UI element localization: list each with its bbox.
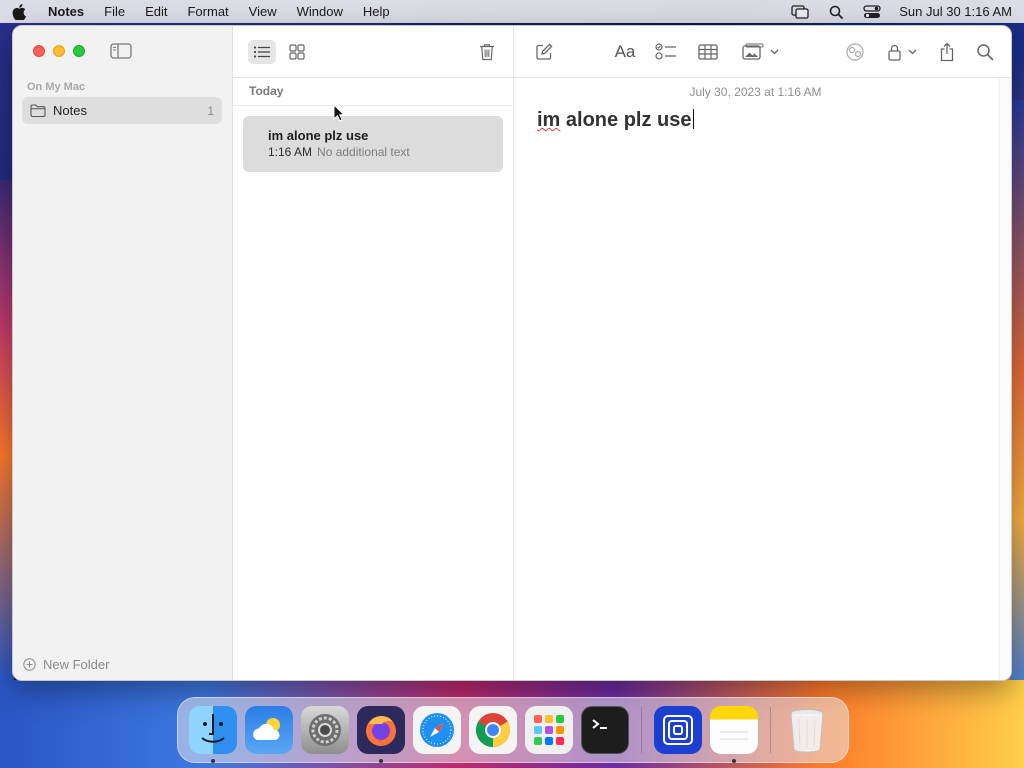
running-indicator bbox=[732, 759, 736, 763]
note-preview: No additional text bbox=[317, 145, 410, 159]
new-note-button[interactable] bbox=[533, 40, 555, 64]
dock-weather-icon[interactable] bbox=[245, 706, 293, 754]
trash-icon bbox=[480, 44, 494, 61]
scrollbar[interactable] bbox=[999, 78, 1011, 680]
running-indicator bbox=[211, 759, 215, 763]
share-button[interactable] bbox=[936, 40, 958, 64]
apple-icon[interactable] bbox=[12, 3, 30, 20]
note-list: Today im alone plz use 1:16 AM No additio… bbox=[233, 26, 514, 680]
table-button[interactable] bbox=[696, 40, 720, 64]
table-icon bbox=[698, 44, 718, 60]
new-folder-button[interactable]: New Folder bbox=[23, 657, 109, 672]
window-controls bbox=[33, 45, 85, 57]
note-list-toolbar bbox=[233, 26, 513, 78]
format-button[interactable]: Aa bbox=[613, 40, 637, 64]
spotlight-search-icon[interactable] bbox=[827, 5, 845, 19]
running-indicator bbox=[379, 759, 383, 763]
sidebar-item-notes[interactable]: Notes 1 bbox=[22, 97, 222, 124]
dock-finder-icon[interactable] bbox=[189, 706, 237, 763]
folder-count: 1 bbox=[207, 103, 214, 118]
menu-app-notes[interactable]: Notes bbox=[48, 4, 84, 19]
menu-bar: Notes File Edit Format View Window Help … bbox=[0, 0, 1024, 23]
note-body-text: alone plz use bbox=[560, 109, 692, 131]
photo-icon bbox=[742, 43, 779, 60]
close-button[interactable] bbox=[33, 45, 45, 57]
dock-terminal-icon[interactable] bbox=[581, 706, 629, 754]
notes-window: On My Mac Notes 1 New Folder Today im al… bbox=[12, 25, 1012, 681]
note-body[interactable]: im alone plz use bbox=[537, 109, 694, 132]
menu-help[interactable]: Help bbox=[363, 4, 390, 19]
text-caret bbox=[692, 109, 694, 129]
dock-safari-icon[interactable] bbox=[413, 706, 461, 754]
collaborate-button[interactable] bbox=[843, 40, 867, 64]
search-icon bbox=[977, 44, 994, 61]
menu-format[interactable]: Format bbox=[187, 4, 228, 19]
dock-launchpad-icon[interactable] bbox=[525, 706, 573, 754]
note-list-item[interactable]: im alone plz use 1:16 AM No additional te… bbox=[243, 116, 503, 172]
list-icon bbox=[253, 46, 270, 58]
folder-icon bbox=[30, 104, 46, 118]
collaborate-icon bbox=[846, 43, 864, 61]
menubar-clock[interactable]: Sun Jul 30 1:16 AM bbox=[899, 4, 1012, 19]
dock-chrome-icon[interactable] bbox=[469, 706, 517, 754]
checklist-button[interactable] bbox=[654, 40, 678, 64]
note-timestamp: July 30, 2023 at 1:16 AM bbox=[689, 85, 822, 99]
lock-button[interactable] bbox=[885, 40, 919, 64]
note-meta: 1:16 AM No additional text bbox=[268, 145, 503, 159]
dock bbox=[177, 697, 849, 763]
mouse-pointer-icon bbox=[333, 103, 346, 122]
plus-circle-icon bbox=[23, 658, 36, 671]
new-folder-label: New Folder bbox=[43, 657, 110, 672]
search-button[interactable] bbox=[974, 40, 996, 64]
list-view-button[interactable] bbox=[248, 40, 276, 64]
grid-icon bbox=[289, 44, 305, 60]
dock-trash-icon[interactable] bbox=[783, 706, 831, 754]
minimize-button[interactable] bbox=[53, 45, 65, 57]
menu-file[interactable]: File bbox=[104, 4, 125, 19]
note-editor: Aa July 30, 2023 at 1:16 AM im alone plz… bbox=[514, 26, 1011, 680]
share-icon bbox=[940, 42, 954, 62]
dock-separator bbox=[641, 707, 642, 753]
gallery-view-button[interactable] bbox=[283, 40, 311, 64]
note-time: 1:16 AM bbox=[268, 145, 313, 159]
divider bbox=[233, 105, 513, 106]
lock-icon bbox=[888, 44, 917, 61]
note-title: im alone plz use bbox=[268, 128, 369, 143]
section-on-my-mac: On My Mac bbox=[27, 81, 86, 93]
dock-firefox-icon[interactable] bbox=[357, 706, 405, 763]
wallpaper-right bbox=[1010, 100, 1024, 700]
media-button[interactable] bbox=[741, 40, 781, 64]
editor-toolbar: Aa bbox=[514, 26, 1011, 78]
folder-label: Notes bbox=[53, 103, 87, 118]
dock-separator bbox=[770, 707, 771, 753]
dock-notes-icon[interactable] bbox=[710, 706, 758, 763]
dock-simulator-icon[interactable] bbox=[654, 706, 702, 754]
sidebar: On My Mac Notes 1 New Folder bbox=[13, 26, 233, 680]
screen-mirroring-icon[interactable] bbox=[791, 4, 809, 19]
dock-system-settings-icon[interactable] bbox=[301, 706, 349, 754]
misspelled-word: im bbox=[537, 109, 561, 131]
delete-note-button[interactable] bbox=[474, 40, 500, 64]
menu-edit[interactable]: Edit bbox=[145, 4, 167, 19]
menu-window[interactable]: Window bbox=[297, 4, 343, 19]
maximize-button[interactable] bbox=[73, 45, 85, 57]
menu-view[interactable]: View bbox=[249, 4, 277, 19]
date-group-today: Today bbox=[249, 84, 284, 98]
checklist-icon bbox=[655, 43, 676, 60]
control-center-icon[interactable] bbox=[863, 4, 881, 19]
sidebar-toggle-icon[interactable] bbox=[110, 43, 132, 59]
compose-icon bbox=[536, 43, 553, 60]
